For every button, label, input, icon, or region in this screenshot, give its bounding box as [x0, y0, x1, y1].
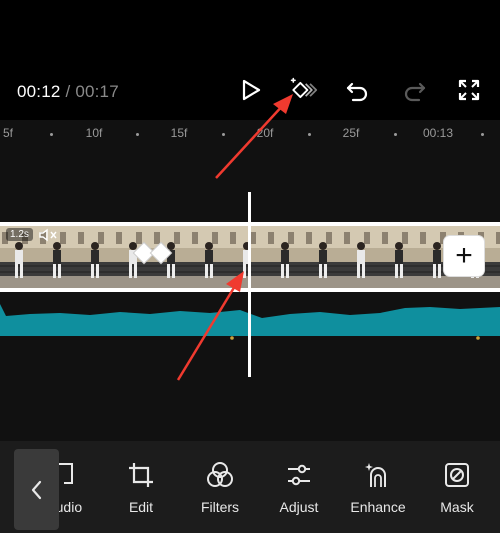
toolbar-label: Adjust	[279, 499, 319, 515]
undo-icon	[346, 82, 368, 102]
bottom-toolbar: audio Edit Filters Adjust Enhance Mask	[0, 441, 500, 533]
clip-duration-badge: 1.2s	[6, 228, 33, 241]
playhead[interactable]	[248, 192, 251, 377]
undo-button[interactable]	[343, 75, 373, 105]
top-bar	[0, 0, 500, 62]
crop-icon	[129, 463, 153, 487]
fullscreen-button[interactable]	[454, 75, 484, 105]
play-button[interactable]	[236, 75, 266, 105]
add-clip-button[interactable]: +	[444, 236, 484, 276]
redo-button[interactable]	[399, 75, 429, 105]
ruler-dot	[136, 133, 139, 136]
chevron-left-icon	[31, 480, 41, 499]
player-controls: 00:12 / 00:17	[0, 62, 500, 120]
fullscreen-icon	[458, 79, 480, 101]
clip-thumbnail-frame	[494, 226, 500, 288]
toolbar-label: Edit	[128, 499, 154, 515]
time-separator: /	[60, 82, 76, 101]
enhance-icon	[365, 463, 386, 487]
mute-icon[interactable]	[38, 228, 58, 242]
back-button[interactable]	[14, 449, 59, 530]
toolbar-item-filters[interactable]: Filters	[185, 461, 255, 521]
filters-icon	[207, 462, 233, 487]
timeline-area[interactable]: 1.2s +	[0, 146, 500, 441]
toolbar-item-edit[interactable]: Edit	[106, 461, 176, 521]
clip-thumbnail-frame	[342, 226, 380, 288]
clip-thumbnail-frame	[76, 226, 114, 288]
redo-icon	[404, 82, 426, 102]
ruler-tick-label: 15f	[170, 126, 188, 140]
toolbar-label: Enhance	[350, 499, 406, 515]
current-time: 00:12	[17, 82, 61, 101]
ruler-dot	[394, 133, 397, 136]
total-time: 00:17	[75, 82, 119, 101]
clip-thumbnail-frame	[304, 226, 342, 288]
clip-thumbnail-frame	[228, 226, 266, 288]
toolbar-item-enhance[interactable]: Enhance	[343, 461, 413, 521]
toolbar-item-adjust[interactable]: Adjust	[264, 461, 334, 521]
ruler-tick-label: 5f	[2, 126, 14, 140]
timeline-ruler[interactable]: 5f 10f 15f 20f 25f 00:13	[0, 120, 500, 146]
ruler-dot	[50, 133, 53, 136]
ruler-dot	[222, 133, 225, 136]
keyframe-add-icon	[290, 77, 318, 99]
toolbar-label: Mask	[440, 499, 474, 515]
adjust-sliders-icon	[288, 464, 310, 486]
toolbar-label: Filters	[200, 499, 240, 515]
add-keyframe-button[interactable]	[288, 75, 318, 105]
clip-thumbnail-frame	[380, 226, 418, 288]
ruler-tick-label: 25f	[342, 126, 360, 140]
clip-thumbnail-frame	[266, 226, 304, 288]
mask-icon	[445, 463, 469, 487]
ruler-tick-label: 00:13	[422, 126, 454, 140]
toolbar-item-mask[interactable]: Mask	[422, 461, 492, 521]
time-readout: 00:12 / 00:17	[17, 82, 119, 102]
play-icon	[242, 79, 261, 101]
ruler-tick-label: 20f	[256, 126, 274, 140]
ruler-dot	[308, 133, 311, 136]
ruler-tick-label: 10f	[85, 126, 103, 140]
ruler-dot	[481, 133, 484, 136]
clip-thumbnail-frame	[190, 226, 228, 288]
